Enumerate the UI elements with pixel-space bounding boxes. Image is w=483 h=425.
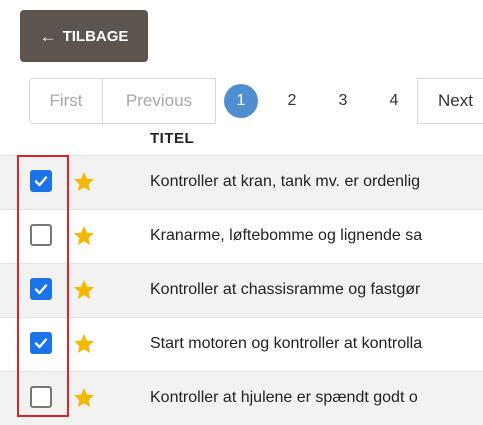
next-page-button[interactable]: Next: [417, 78, 483, 124]
page-1-button[interactable]: 1: [224, 84, 258, 118]
table-row[interactable]: Start motoren og kontroller at kontrolla: [0, 317, 483, 371]
checkbox-checked[interactable]: [30, 332, 52, 354]
first-page-button[interactable]: First: [29, 78, 103, 124]
checkmark-icon: [34, 176, 48, 187]
star-icon[interactable]: [72, 386, 96, 410]
checkbox-unchecked[interactable]: [30, 386, 52, 408]
page-3-button[interactable]: 3: [326, 84, 360, 118]
star-icon[interactable]: [72, 224, 96, 248]
checkbox-unchecked[interactable]: [30, 224, 52, 246]
arrow-left-icon: ←: [39, 26, 57, 46]
row-title: Kranarme, løftebomme og lignende sa: [150, 227, 423, 244]
page-2-button[interactable]: 2: [275, 84, 309, 118]
previous-page-button[interactable]: Previous: [102, 78, 216, 124]
column-header-title[interactable]: TITEL: [150, 130, 194, 147]
page-4-button[interactable]: 4: [377, 84, 411, 118]
pagination: First Previous 1 2 3 4 Next: [0, 78, 483, 126]
checkmark-icon: [34, 338, 48, 349]
row-title: Kontroller at kran, tank mv. er ordenlig: [150, 173, 421, 190]
star-icon[interactable]: [72, 278, 96, 302]
table-row[interactable]: Kontroller at kran, tank mv. er ordenlig: [0, 155, 483, 209]
checkbox-checked[interactable]: [30, 278, 52, 300]
back-button-label: TILBAGE: [62, 27, 129, 45]
checkbox-checked[interactable]: [30, 170, 52, 192]
row-title: Kontroller at chassisramme og fastgør: [150, 281, 421, 298]
star-icon[interactable]: [72, 332, 96, 356]
back-button[interactable]: ← TILBAGE: [20, 10, 148, 62]
row-title: Kontroller at hjulene er spændt godt o: [150, 389, 418, 406]
row-title: Start motoren og kontroller at kontrolla: [150, 335, 423, 352]
checkmark-icon: [34, 284, 48, 295]
table-row[interactable]: Kontroller at chassisramme og fastgør: [0, 263, 483, 317]
table-row[interactable]: Kontroller at hjulene er spændt godt o: [0, 371, 483, 425]
table-row[interactable]: Kranarme, løftebomme og lignende sa: [0, 209, 483, 263]
star-icon[interactable]: [72, 170, 96, 194]
